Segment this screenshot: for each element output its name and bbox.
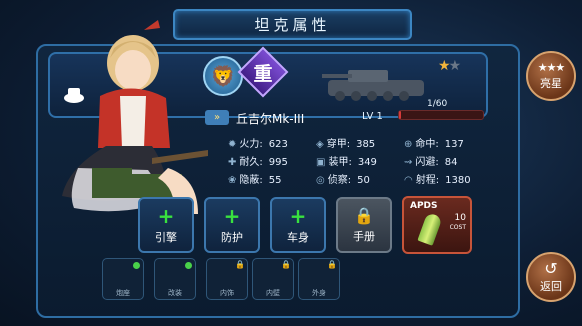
stat-firepower: ✹ 火力: 623 xyxy=(228,139,288,150)
penetration-icon: ◈ xyxy=(316,139,324,150)
binoculars-icon: ◎ xyxy=(316,175,325,186)
wrench-icon: ✚ xyxy=(228,157,237,168)
level-label: LV 1 xyxy=(362,111,383,122)
plus-icon: + xyxy=(223,203,241,228)
star-up-label: 亮星 xyxy=(540,76,562,90)
back-button[interactable]: ↺ 返回 xyxy=(526,252,576,302)
star-icon: ★★★ xyxy=(537,60,566,74)
tank-class-label: 重 xyxy=(253,62,273,85)
lock-icon: 🔒 xyxy=(327,260,337,269)
plus-icon: + xyxy=(157,203,175,228)
back-arrow-icon: ↺ xyxy=(544,258,558,278)
slot-exterior[interactable]: 🔒 外身 xyxy=(298,258,340,300)
stat-penetration: ◈ 穿甲: 385 xyxy=(316,139,376,150)
stat-evasion: ⇝ 闪避: 84 xyxy=(404,157,458,168)
rank-stars: ★★ xyxy=(438,58,461,74)
stat-spotting: ◎ 侦察: 50 xyxy=(316,175,370,186)
firepower-icon: ✹ xyxy=(228,139,237,150)
upgrade-hull-button[interactable]: + 车身 xyxy=(270,197,326,253)
star-filled-icon: ★ xyxy=(438,58,450,74)
lock-icon: 🔒 xyxy=(235,260,245,269)
tank-name: 丘吉尔Mk-III xyxy=(236,112,305,126)
tank-silhouette-icon xyxy=(322,70,424,101)
upgrade-engine-button[interactable]: + 引擎 xyxy=(138,197,194,253)
star-empty-icon: ★ xyxy=(448,58,461,74)
upgrade-manual-button[interactable]: 🔒 手册 xyxy=(336,197,392,253)
back-label: 返回 xyxy=(540,279,562,293)
slot-modification[interactable]: 改装 xyxy=(154,258,196,300)
star-up-button[interactable]: ★★★ 亮星 xyxy=(526,51,576,101)
crosshair-icon: ⊕ xyxy=(404,139,413,150)
range-icon: ◠ xyxy=(404,175,413,186)
evasion-icon: ⇝ xyxy=(404,157,413,168)
plus-icon: + xyxy=(289,203,307,228)
ammo-apds-button[interactable]: APDS 10 COST xyxy=(402,196,472,254)
slot-turret[interactable]: 炮座 xyxy=(102,258,144,300)
armor-icon: ▣ xyxy=(316,157,326,168)
rifle xyxy=(152,150,208,164)
lock-icon: 🔒 xyxy=(281,260,291,269)
xp-progress-bar xyxy=(398,110,484,120)
ammo-cost: 10 COST xyxy=(449,213,466,232)
shell-icon xyxy=(417,212,443,246)
slot-inner-wall[interactable]: 🔒 内壁 xyxy=(252,258,294,300)
xp-text: 1/60 xyxy=(427,99,448,109)
stat-armor: ▣ 装甲: 349 xyxy=(316,157,377,168)
active-dot-icon xyxy=(185,262,192,269)
stat-concealment: ❀ 隐蔽: 55 xyxy=(228,175,282,186)
nation-lion-icon: 🦁 xyxy=(203,56,243,96)
stat-durability: ✚ 耐久: 995 xyxy=(228,157,288,168)
upgrade-protection-button[interactable]: + 防护 xyxy=(204,197,260,253)
slot-interior[interactable]: 🔒 内饰 xyxy=(206,258,248,300)
active-dot-icon xyxy=(133,262,140,269)
rank-chevron-icon: » xyxy=(205,110,229,125)
ammo-name: APDS xyxy=(410,201,438,211)
stat-range: ◠ 射程: 1380 xyxy=(404,175,471,186)
xp-progress-fill xyxy=(399,111,401,119)
lock-icon: 🔒 xyxy=(354,206,374,225)
ammo-crate xyxy=(92,168,132,198)
concealment-icon: ❀ xyxy=(228,175,237,186)
tank-girl-illustration xyxy=(62,20,208,216)
stat-accuracy: ⊕ 命中: 137 xyxy=(404,139,464,150)
